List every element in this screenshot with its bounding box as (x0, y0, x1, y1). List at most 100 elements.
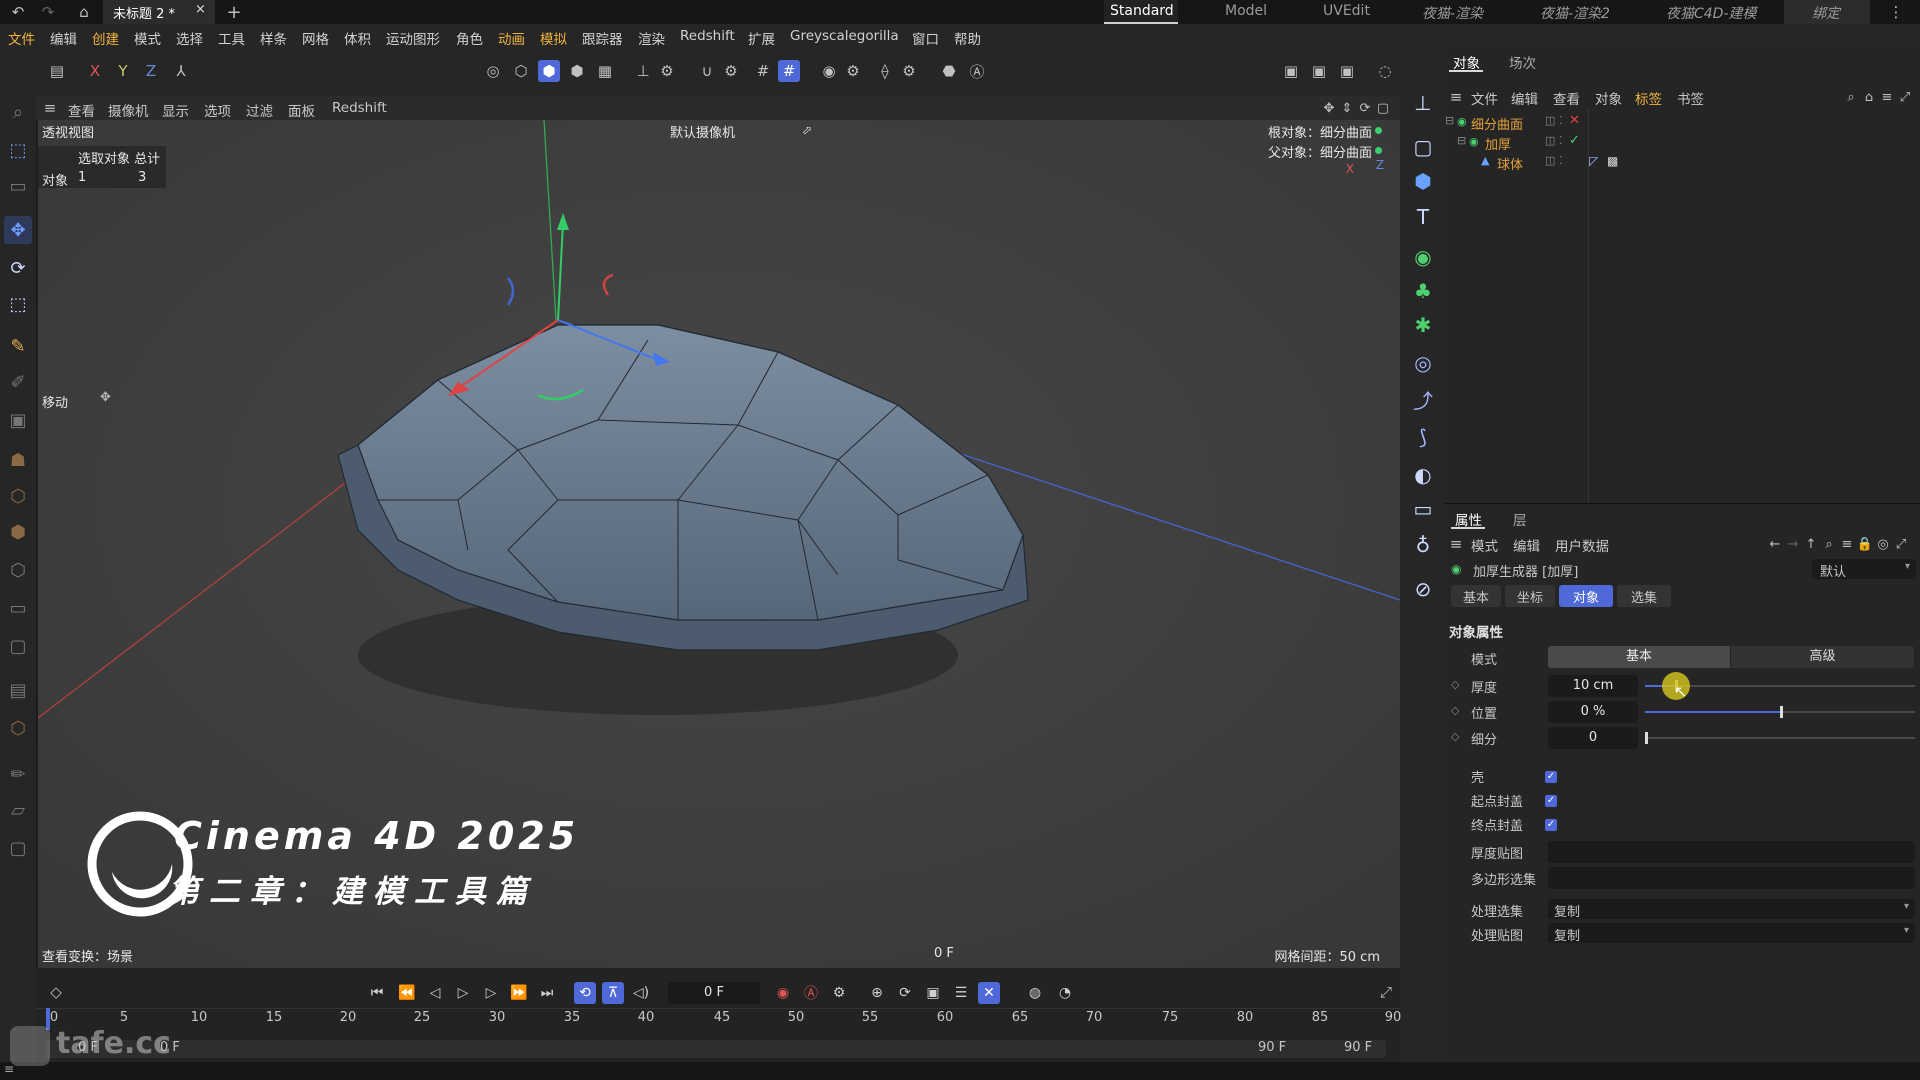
polygons-mode-icon[interactable]: ⬢ (538, 60, 560, 82)
material-tag-icon[interactable]: ▩ (1607, 154, 1618, 168)
dot-toggle-icon[interactable]: ⁚ (1559, 134, 1563, 147)
rotate-tool-icon[interactable]: ⟳ (4, 254, 32, 282)
axis-object-icon[interactable]: ⊥ (1408, 88, 1438, 118)
visibility-toggle-icon[interactable]: ◫ (1545, 114, 1555, 127)
key-settings-icon[interactable]: ⚙ (828, 982, 850, 1004)
cloner-icon[interactable]: ♣ (1408, 276, 1438, 306)
workspace-standard[interactable]: Standard (1110, 3, 1174, 19)
viewport-menu-view[interactable]: 查看 (68, 100, 95, 120)
play-icon[interactable]: ▷ (452, 982, 474, 1004)
scale-tool-icon[interactable]: ⬚ (4, 290, 32, 318)
points-mode-icon[interactable]: ◎ (482, 60, 504, 82)
viewport-menu-camera[interactable]: 摄像机 (108, 100, 149, 120)
uv-mode-icon[interactable]: ▦ (594, 60, 616, 82)
new-tab-icon[interactable]: + (224, 2, 244, 23)
field-icon[interactable]: ✱ (1408, 310, 1438, 340)
range-end-preview[interactable]: 90 F (1258, 1040, 1286, 1055)
position-slider-track[interactable] (1645, 706, 1915, 718)
object-menu-object[interactable]: 对象 (1595, 88, 1622, 108)
light-object-icon[interactable]: ♁ (1408, 530, 1438, 560)
render-picture-viewer-icon[interactable]: ▣ (1308, 60, 1330, 82)
object-mode-icon[interactable]: ⬢ (566, 60, 588, 82)
viewport-menu-panel[interactable]: 面板 (288, 100, 315, 120)
object-expand-icon[interactable]: ⤢ (1897, 88, 1913, 106)
material-icon[interactable]: ⊘ (1408, 574, 1438, 604)
autokey-icon[interactable]: Ⓐ (800, 982, 822, 1004)
box-selection-icon[interactable]: ▭ (4, 172, 32, 200)
menu-simulate[interactable]: 模拟 (540, 28, 567, 48)
tree-item-thicken[interactable]: ⊟ ◉ 加厚 ◫ ⁚ ✓ (1445, 133, 1920, 153)
attribute-filter-icon[interactable]: ≡ (1839, 535, 1855, 553)
menu-mode[interactable]: 模式 (134, 28, 161, 48)
menu-help[interactable]: 帮助 (954, 28, 981, 48)
keyframe-icon[interactable]: ◇ (1451, 704, 1459, 717)
attribute-search-icon[interactable]: ⌕ (1821, 535, 1837, 553)
menu-edit[interactable]: 编辑 (50, 28, 77, 48)
object-home-icon[interactable]: ⌂ (1861, 88, 1877, 106)
axis-tool-icon[interactable]: ⊥ (632, 60, 654, 82)
up-arrow-icon[interactable]: ↑ (1803, 535, 1819, 553)
thickness-map-field[interactable] (1548, 841, 1915, 863)
tree-item-sphere[interactable]: ▲ 球体 ◫ ⁚ ◸ ▩ (1445, 154, 1920, 173)
object-menu-edit[interactable]: 编辑 (1511, 88, 1538, 108)
axis-x-lock[interactable]: X (84, 60, 106, 82)
undo-icon[interactable]: ↶ (8, 2, 28, 22)
attribute-expand-icon[interactable]: ⤢ (1893, 535, 1909, 553)
symmetry-icon[interactable]: ⟠ (874, 60, 896, 82)
attribute-menu-mode[interactable]: 模式 (1471, 535, 1498, 555)
go-to-start-icon[interactable]: ⏮ (366, 982, 388, 1004)
forward-arrow-icon[interactable]: → (1785, 535, 1801, 553)
dot-toggle-icon[interactable]: ⁚ (1559, 154, 1563, 167)
knife-tool-icon[interactable]: ▣ (4, 406, 32, 434)
document-tab[interactable]: 未标题 2 * × (103, 0, 215, 24)
snap-icon[interactable]: # (752, 60, 774, 82)
workspace-model[interactable]: Model (1225, 3, 1267, 19)
menu-tracker[interactable]: 跟踪器 (582, 28, 623, 48)
viewport-menu-redshift[interactable]: Redshift (332, 100, 387, 116)
loop-selection-icon[interactable]: ▭ (4, 594, 32, 622)
magnet-tool-icon[interactable]: ▢ (4, 632, 32, 660)
symmetry-settings-icon[interactable]: ⚙ (898, 60, 920, 82)
new-manager-icon[interactable]: ◎ (1875, 535, 1891, 553)
visibility-toggle-icon[interactable]: ◫ (1545, 134, 1555, 147)
preview-range-icon[interactable]: ⊼ (602, 982, 624, 1004)
viewport-menu-options[interactable]: 选项 (204, 100, 231, 120)
menu-extensions[interactable]: 扩展 (748, 28, 775, 48)
menu-greyscalegorilla[interactable]: Greyscalegorilla (790, 28, 899, 44)
axis-y-lock[interactable]: Y (112, 60, 134, 82)
subtab-basic[interactable]: 基本 (1451, 585, 1501, 607)
end-cap-checkbox[interactable]: ✓ (1545, 819, 1557, 831)
menu-redshift[interactable]: Redshift (680, 28, 735, 44)
thickness-input[interactable]: 10 cm (1548, 675, 1638, 697)
viewport-menu-display[interactable]: 显示 (162, 100, 189, 120)
sound-icon[interactable]: ◁) (630, 982, 652, 1004)
axis-settings-icon[interactable]: ⚙ (656, 60, 678, 82)
menu-tools[interactable]: 工具 (218, 28, 245, 48)
perspective-viewport[interactable]: 透视视图 默认摄像机 ⬀ 根对象：细分曲面 父对象：细分曲面 X Z 选取对象 … (38, 120, 1400, 968)
polygon-selection-field[interactable] (1548, 867, 1915, 889)
text-object-icon[interactable]: T (1408, 202, 1438, 232)
object-menu-file[interactable]: 文件 (1471, 88, 1498, 108)
frame-range-bar[interactable] (46, 1040, 1386, 1058)
back-arrow-icon[interactable]: ← (1767, 535, 1783, 553)
prev-key-icon[interactable]: ⏪ (396, 982, 418, 1004)
redshift-ipr-icon[interactable]: ◌ (1374, 60, 1396, 82)
menu-render[interactable]: 渲染 (638, 28, 665, 48)
keyframe-mode-icon[interactable]: ◇ (46, 982, 66, 1002)
key-param-icon[interactable]: ☰ (950, 982, 972, 1004)
edges-mode-icon[interactable]: ⬡ (510, 60, 532, 82)
subdivision-slider-handle[interactable] (1645, 732, 1648, 744)
deformer-icon[interactable]: ◎ (1408, 348, 1438, 378)
tab-takes[interactable]: 场次 (1509, 52, 1536, 72)
preset-dropdown[interactable]: 默认 ▾ (1812, 559, 1916, 580)
start-cap-checkbox[interactable]: ✓ (1545, 795, 1557, 807)
camera-link-icon[interactable]: ⬀ (802, 123, 812, 137)
hamburger-icon[interactable]: ≡ (40, 98, 60, 118)
attribute-menu-user-data[interactable]: 用户数据 (1555, 535, 1609, 555)
magnet-settings-icon[interactable]: ⚙ (720, 60, 742, 82)
cube-object-icon[interactable]: ⬢ (1408, 166, 1438, 196)
paint-tool-icon[interactable]: ⬡ (4, 714, 32, 742)
subtab-object[interactable]: 对象 (1559, 585, 1613, 607)
tab-layers[interactable]: 层 (1513, 509, 1527, 529)
expand-icon[interactable]: ⊟ (1445, 114, 1454, 127)
